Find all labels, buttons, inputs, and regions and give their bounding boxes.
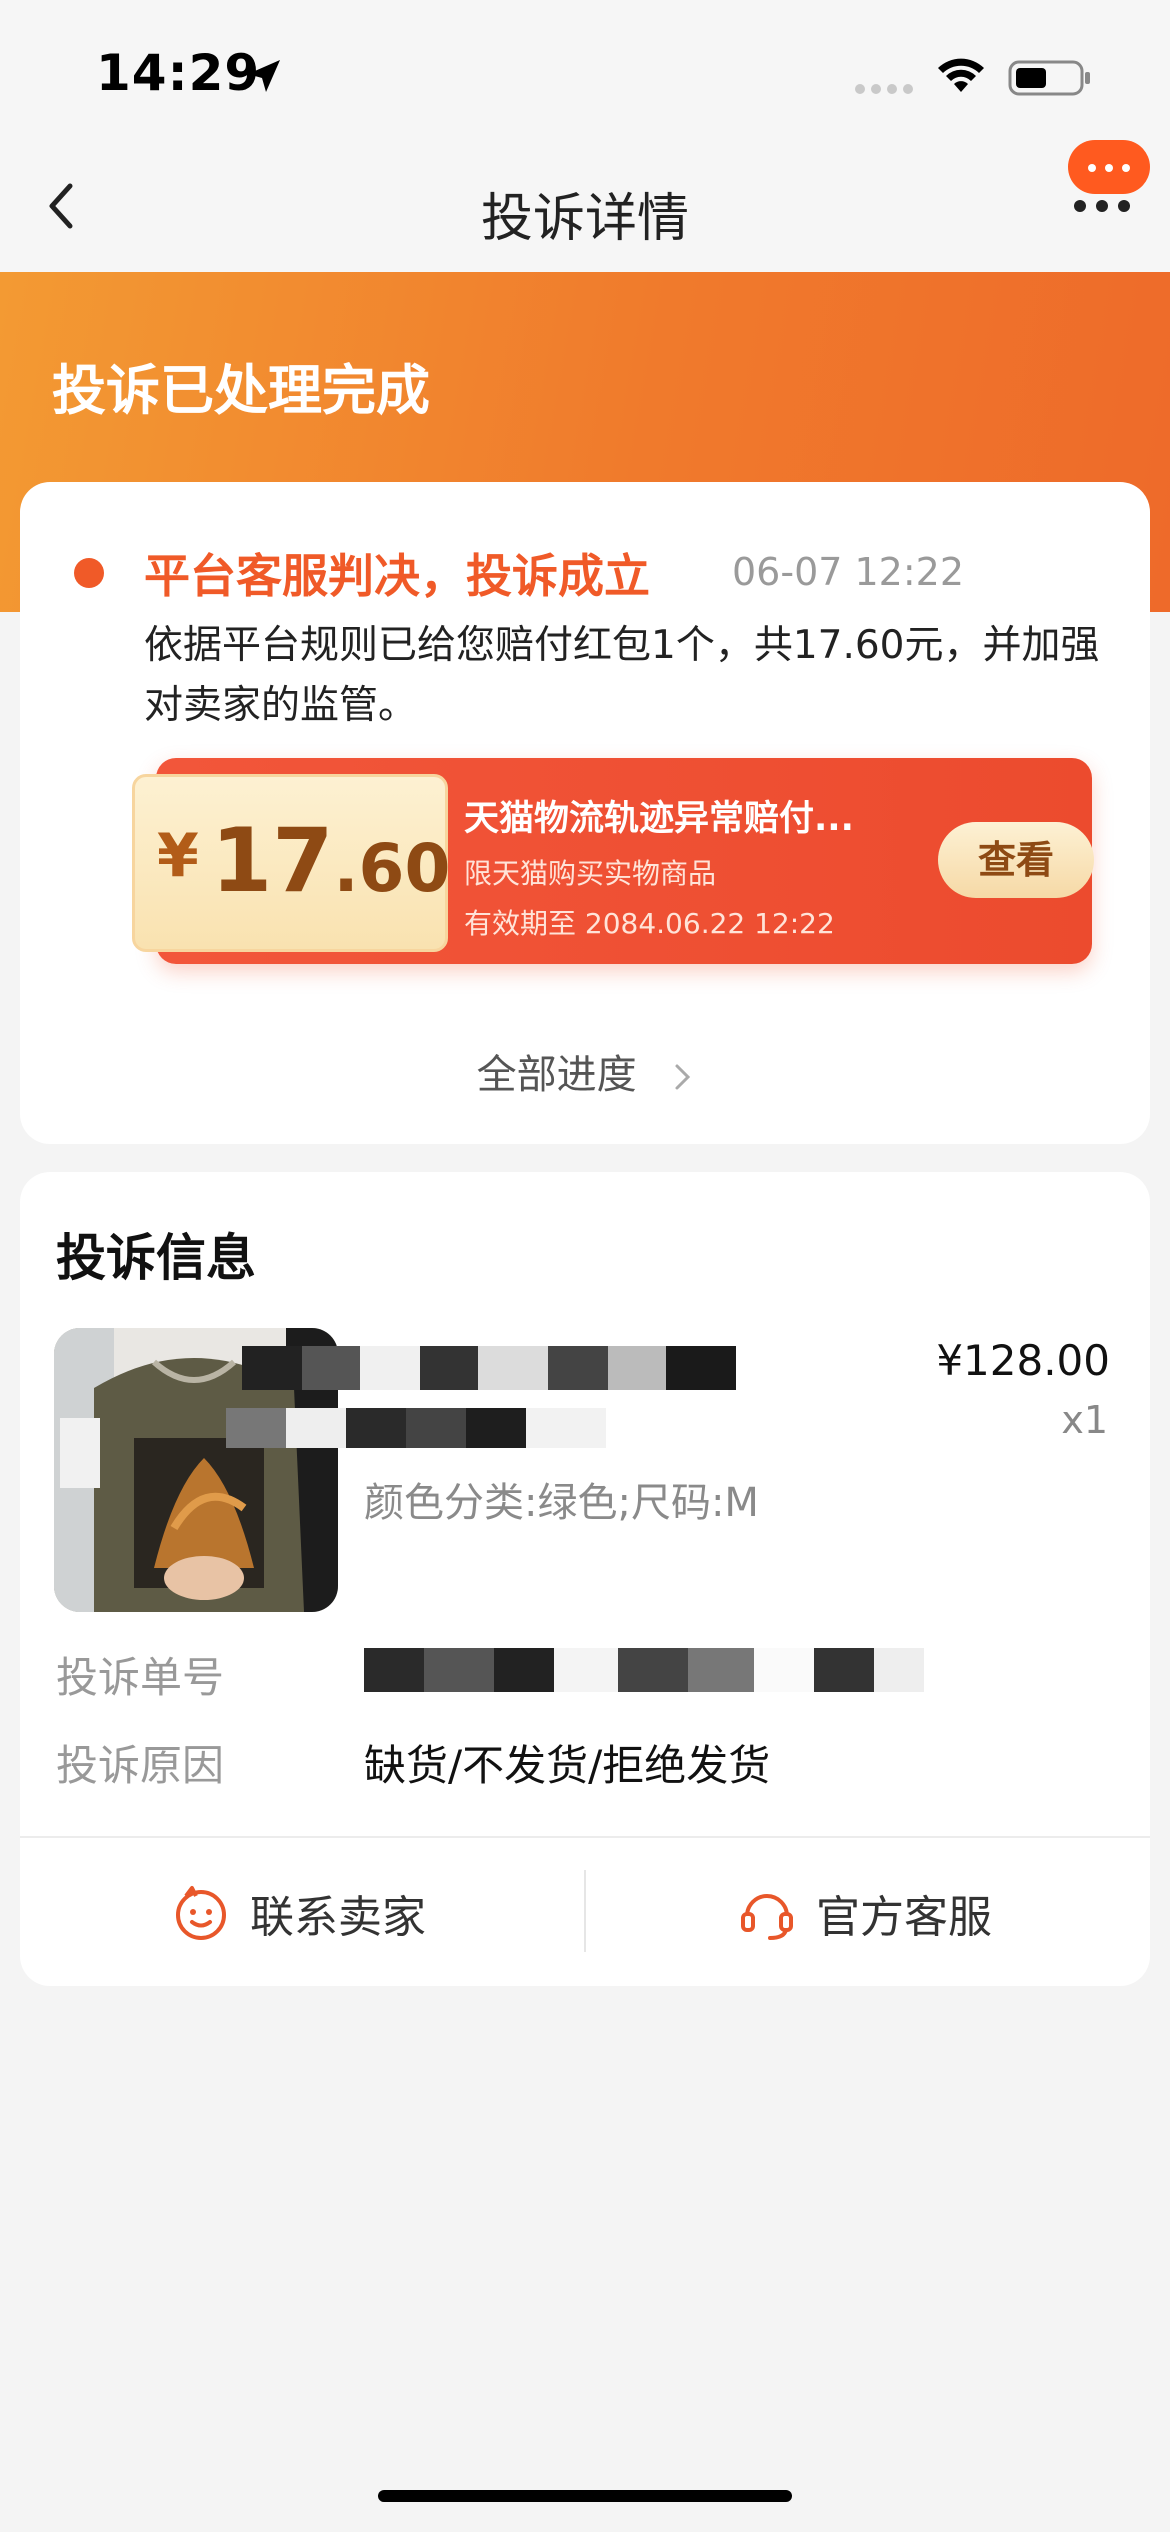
contact-seller-button[interactable]: 联系卖家	[172, 1878, 426, 1948]
official-service-button[interactable]: 官方客服	[738, 1878, 992, 1948]
headset-icon	[741, 1894, 793, 1940]
signal-icon	[855, 84, 913, 94]
complaint-number-label: 投诉单号	[56, 1653, 225, 1702]
coupon-amount: 17.60	[211, 809, 451, 912]
official-service-label: 官方客服	[816, 1892, 992, 1943]
status-time: 14:29	[96, 44, 261, 102]
product-quantity: x1	[1061, 1398, 1108, 1442]
info-section-title: 投诉信息	[56, 1229, 256, 1287]
product-price: ¥128.00	[936, 1336, 1110, 1385]
nav-bar: 投诉详情	[0, 140, 1170, 272]
status-bar: 14:29	[0, 0, 1170, 140]
more-dots-icon[interactable]	[1068, 140, 1150, 194]
result-card: 平台客服判决，投诉成立 06-07 12:22 依据平台规则已给您赔付红包1个，…	[20, 482, 1150, 1144]
contact-seller-label: 联系卖家	[250, 1892, 426, 1943]
coupon-scope: 限天猫购买实物商品	[464, 857, 717, 890]
result-description: 依据平台规则已给您赔付红包1个，共17.60元，并加强对卖家的监管。	[144, 623, 1100, 728]
result-time: 06-07 12:22	[732, 550, 965, 594]
location-arrow-icon	[248, 60, 280, 92]
all-progress-link[interactable]: 全部进度	[20, 1042, 1150, 1100]
divider	[20, 1836, 1150, 1838]
more-menu-icon[interactable]	[1074, 200, 1130, 212]
complaint-number-redacted	[364, 1648, 924, 1692]
page-title: 投诉详情	[480, 189, 689, 249]
product-spec: 颜色分类:绿色;尺码:M	[364, 1480, 759, 1526]
coupon-expiry: 有效期至 2084.06.22 12:22	[464, 907, 835, 940]
red-packet-coupon[interactable]: ¥ 17.60 天猫物流轨迹异常赔付... 限天猫购买实物商品 有效期至 208…	[132, 758, 1094, 964]
coupon-currency: ¥	[157, 821, 199, 891]
complaint-status-title: 投诉已处理完成	[52, 359, 430, 422]
battery-icon	[1008, 60, 1090, 96]
all-progress-label: 全部进度	[476, 1052, 637, 1098]
wifi-icon	[938, 58, 984, 92]
coupon-name: 天猫物流轨迹异常赔付...	[464, 799, 854, 839]
status-dot-icon	[74, 558, 104, 588]
divider-vertical	[584, 1870, 586, 1952]
home-indicator[interactable]	[378, 2490, 792, 2502]
product-title-redacted-2	[226, 1408, 606, 1448]
chevron-right-icon	[675, 1064, 691, 1090]
coupon-amount-panel: ¥ 17.60	[132, 774, 451, 952]
view-coupon-button[interactable]: 查看	[938, 822, 1094, 898]
result-title: 平台客服判决，投诉成立	[144, 549, 650, 603]
complaint-reason-value: 缺货/不发货/拒绝发货	[364, 1741, 771, 1790]
product-title-redacted	[242, 1346, 736, 1390]
smiley-icon	[176, 1886, 226, 1940]
complaint-reason-label: 投诉原因	[56, 1741, 225, 1790]
complaint-info-card: 投诉信息 ¥128.00 x1 颜色分类:绿色;尺码:M 投诉单号 投诉原因 缺…	[20, 1172, 1150, 1986]
